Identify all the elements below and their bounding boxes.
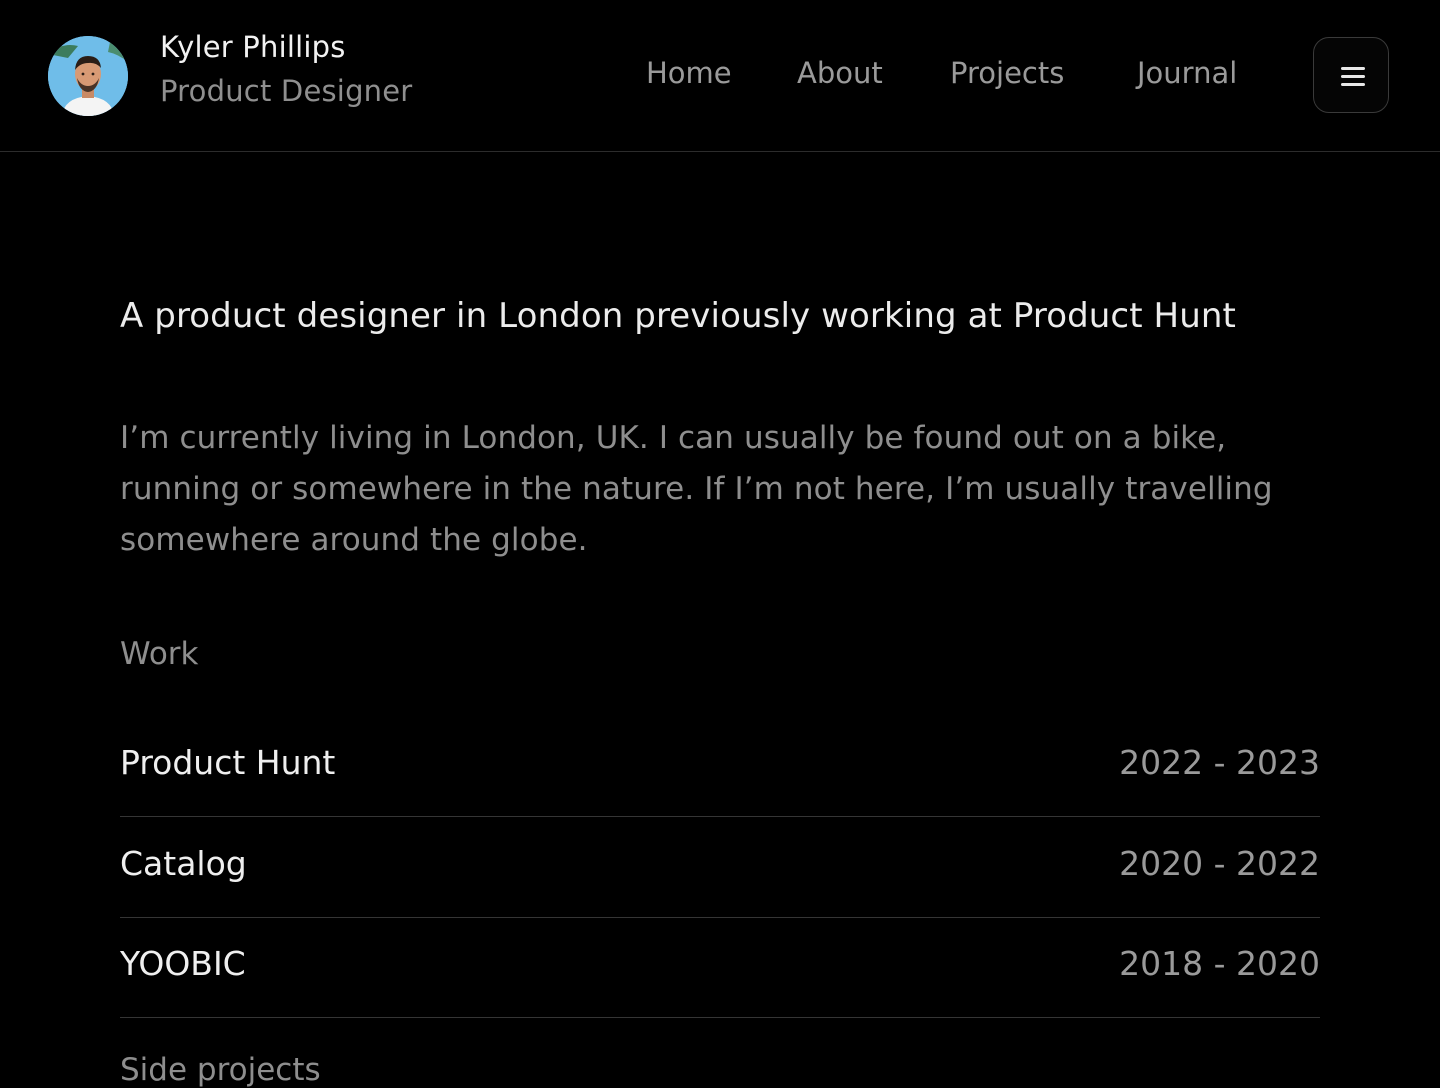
work-item[interactable]: YOOBIC 2018 - 2020 <box>120 918 1320 1018</box>
site-owner-name[interactable]: Kyler Phillips <box>160 30 346 64</box>
work-years: 2020 - 2022 <box>1119 844 1320 883</box>
nav-projects[interactable]: Projects <box>950 56 1064 90</box>
site-owner-role: Product Designer <box>160 74 413 108</box>
nav-home[interactable]: Home <box>646 56 732 90</box>
nav-about[interactable]: About <box>797 56 883 90</box>
work-company: YOOBIC <box>120 944 246 983</box>
bio-paragraph: I’m currently living in London, UK. I ca… <box>120 420 1273 558</box>
intro-heading: A product designer in London previously … <box>120 296 1236 336</box>
nav-journal[interactable]: Journal <box>1137 56 1237 90</box>
avatar-image <box>48 36 128 116</box>
work-item[interactable]: Catalog 2020 - 2022 <box>120 818 1320 918</box>
site-header: Kyler Phillips Product Designer Home Abo… <box>0 0 1440 152</box>
avatar[interactable] <box>48 36 128 116</box>
work-company: Catalog <box>120 844 247 883</box>
work-item[interactable]: Product Hunt 2022 - 2023 <box>120 717 1320 817</box>
work-section-label: Work <box>120 636 199 672</box>
menu-button[interactable] <box>1313 37 1389 113</box>
work-years: 2018 - 2020 <box>1119 944 1320 983</box>
work-years: 2022 - 2023 <box>1119 743 1320 782</box>
side-projects-section-label: Side projects <box>120 1052 321 1088</box>
work-company: Product Hunt <box>120 743 336 782</box>
